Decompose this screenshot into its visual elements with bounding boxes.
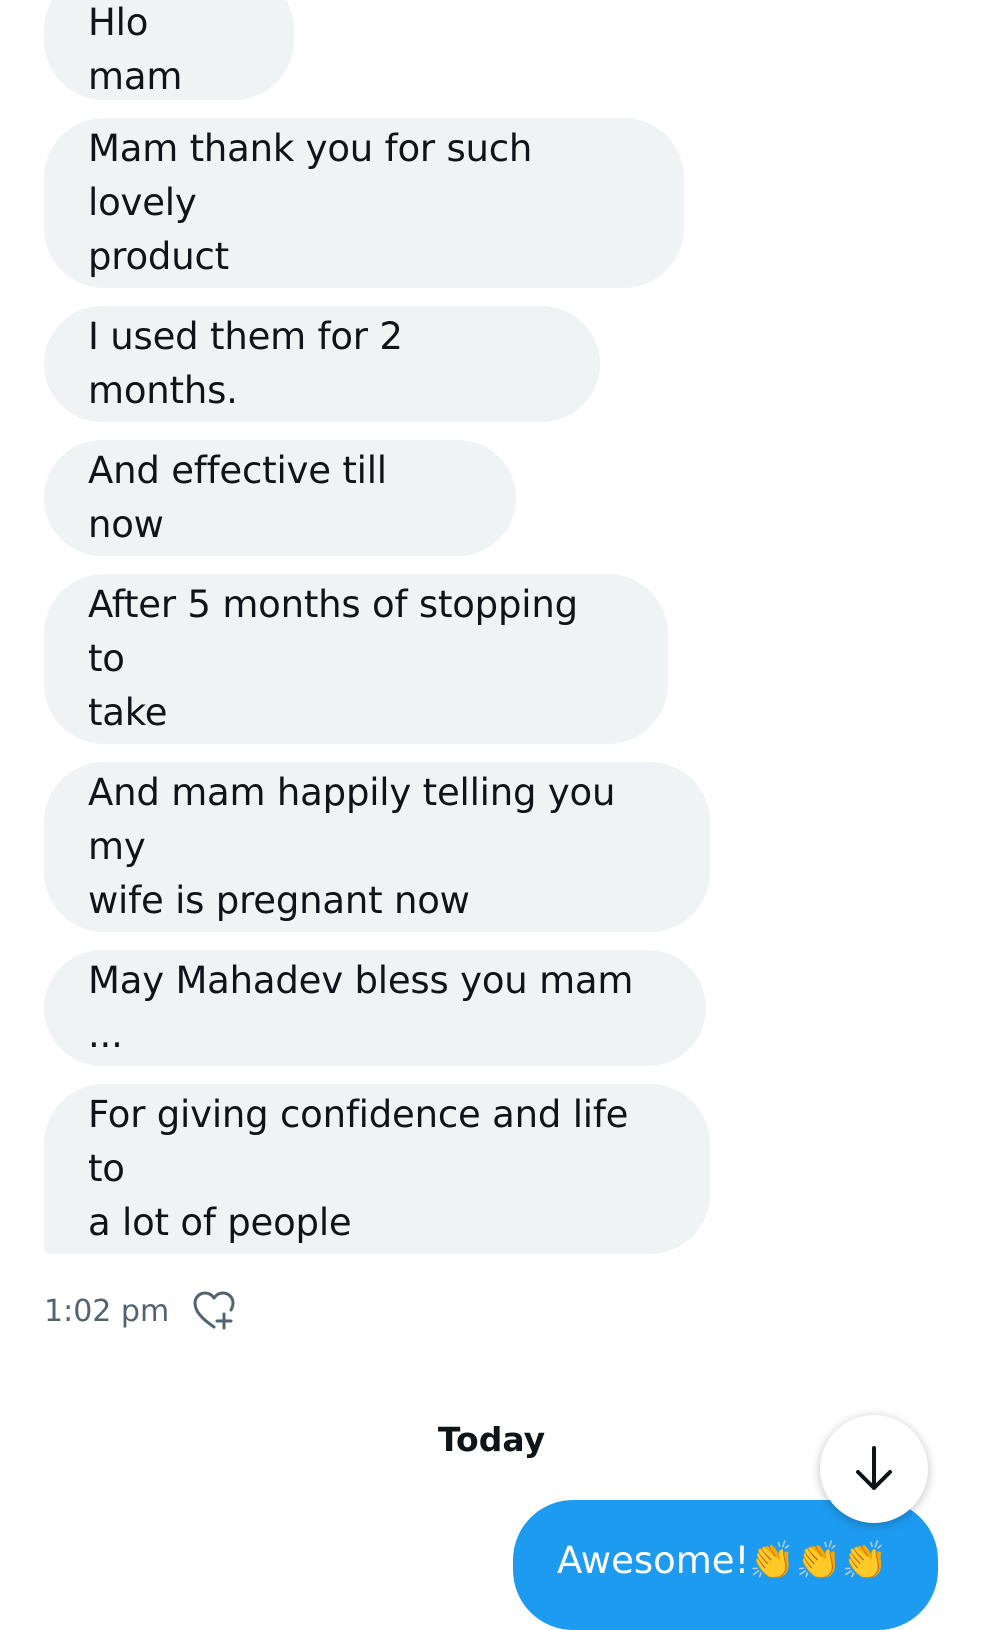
arrow-down-icon [852,1444,896,1494]
received-message-bubble[interactable]: I used them for 2 months. [44,306,600,422]
received-message-bubble[interactable]: And mam happily telling you my wife is p… [44,762,710,932]
message-text: Awesome!👏👏👏 [557,1539,888,1582]
received-message-bubble[interactable]: May Mahadev bless you mam ... [44,950,706,1066]
clapping-hands-emoji: 👏👏👏 [749,1539,888,1582]
scroll-to-bottom-button[interactable] [820,1415,928,1523]
message-text: May Mahadev bless you mam ... [88,959,634,1056]
message-text: For giving confidence and life to a lot … [88,1093,629,1244]
message-text: And mam happily telling you my wife is p… [88,771,616,922]
received-message-bubble[interactable]: Mam thank you for such lovely product [44,118,684,288]
message-text: I used them for 2 months. [88,315,403,412]
received-message-bubble[interactable]: After 5 months of stopping to take [44,574,668,744]
message-text: After 5 months of stopping to take [88,583,578,734]
message-text: Hlo mam [88,1,183,98]
sent-message-text: Awesome! [557,1539,750,1582]
message-text: And effective till now [88,449,387,546]
received-message-bubble[interactable]: Hlo mam [44,0,294,100]
heart-plus-icon[interactable] [191,1290,237,1332]
message-meta: 1:02 pm [44,1290,237,1332]
received-message-bubble[interactable]: For giving confidence and life to a lot … [44,1084,710,1254]
received-message-bubble[interactable]: And effective till now [44,440,516,556]
message-timestamp: 1:02 pm [44,1293,170,1329]
message-text: Mam thank you for such lovely product [88,127,533,278]
